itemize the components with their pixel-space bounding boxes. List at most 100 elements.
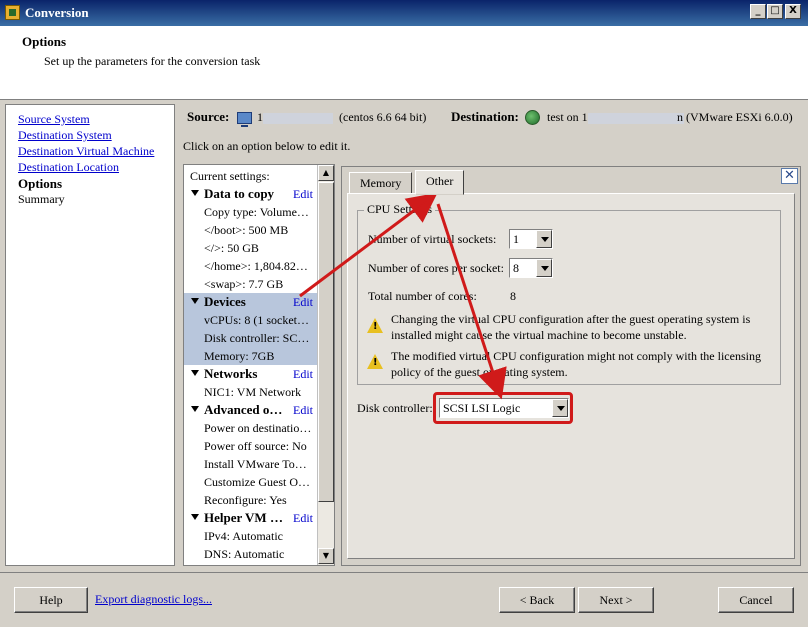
cores-label: Number of cores per socket: [368, 261, 504, 275]
annotation-box [433, 392, 573, 424]
step-destination-vm[interactable]: Destination Virtual Machine [18, 144, 154, 159]
scroll-down-icon[interactable]: ▼ [318, 548, 334, 564]
settings-row-text: Devices [204, 294, 246, 309]
sockets-select[interactable]: 1 [509, 229, 553, 249]
settings-item[interactable]: Memory: 7GB [184, 347, 318, 365]
settings-row-text: Power on destinatio… [204, 421, 312, 435]
page-subtitle: Set up the parameters for the conversion… [44, 54, 261, 68]
warning-icon: ! [367, 318, 383, 333]
settings-section-header[interactable]: Advanced o… Edit [184, 401, 318, 419]
step-destination-location[interactable]: Destination Location [18, 160, 119, 175]
wizard-steps: Source System Destination System Destina… [5, 104, 175, 566]
tab-other[interactable]: Other [415, 170, 465, 195]
settings-item[interactable]: DNS: Automatic [184, 545, 318, 563]
maximize-button[interactable]: □ [767, 4, 783, 19]
settings-row-text: Networks [204, 366, 258, 381]
settings-item[interactable]: Power off source: No [184, 437, 318, 455]
edit-link[interactable]: Edit [293, 401, 313, 419]
settings-row-text: IPv4: Automatic [204, 529, 283, 543]
edit-hint: Click on an option below to edit it. [183, 139, 351, 153]
cpu-warning-licensing: The modified virtual CPU configuration m… [391, 349, 761, 379]
edit-link[interactable]: Edit [293, 365, 313, 383]
app-icon [5, 5, 20, 20]
settings-item[interactable]: IPv4: Automatic [184, 527, 318, 545]
settings-item[interactable]: Power on destinatio… [184, 419, 318, 437]
settings-item[interactable]: Customize Guest O… [184, 473, 318, 491]
settings-row-text: </>: 50 GB [204, 241, 259, 255]
settings-item[interactable]: Install VMware To… [184, 455, 318, 473]
current-settings-label: Current settings: [190, 169, 270, 183]
settings-item[interactable]: Copy type: Volume… [184, 203, 318, 221]
settings-row-text: Advanced o… [204, 402, 283, 417]
settings-item[interactable]: </boot>: 500 MB [184, 221, 318, 239]
settings-item[interactable]: <swap>: 7.7 GB [184, 275, 318, 293]
edit-link[interactable]: Edit [293, 293, 313, 311]
settings-section-header[interactable]: Devices Edit [184, 293, 318, 311]
source-label: Source: [187, 109, 230, 124]
settings-section-header[interactable]: Data to copy Edit [184, 185, 318, 203]
settings-section-header[interactable]: Helper VM … Edit [184, 509, 318, 527]
wizard-header: Options Set up the parameters for the co… [0, 26, 808, 100]
settings-item[interactable]: vCPUs: 8 (1 socket… [184, 311, 318, 329]
settings-section-header[interactable]: Networks Edit [184, 365, 318, 383]
minimize-button[interactable]: _ [750, 4, 766, 19]
settings-item[interactable]: Reconfigure: Yes [184, 491, 318, 509]
chevron-down-icon[interactable] [536, 230, 552, 248]
collapse-triangle-icon[interactable] [191, 370, 199, 376]
step-destination-system[interactable]: Destination System [18, 128, 112, 143]
back-button[interactable]: < Back [499, 587, 575, 613]
computer-icon [237, 112, 252, 127]
collapse-triangle-icon[interactable] [191, 298, 199, 304]
next-button[interactable]: Next > [578, 587, 654, 613]
collapse-triangle-icon[interactable] [191, 406, 199, 412]
esxi-host-icon [525, 110, 540, 125]
settings-row-text: Memory: 7GB [204, 349, 275, 363]
cores-per-socket-select[interactable]: 8 [509, 258, 553, 278]
source-os: (centos 6.6 64 bit) [339, 110, 427, 124]
export-logs-link[interactable]: Export diagnostic logs... [95, 592, 212, 607]
close-window-button[interactable]: X [785, 4, 801, 19]
settings-scrollbar[interactable]: ▲ ▼ [317, 165, 334, 565]
destination-host: test on 1 [547, 110, 684, 125]
edit-link[interactable]: Edit [293, 185, 313, 203]
settings-row-text: Copy type: Volume… [204, 205, 309, 219]
cpu-warning-unstable: Changing the virtual CPU configuration a… [391, 312, 751, 342]
settings-item[interactable]: Disk controller: SC… [184, 329, 318, 347]
settings-row-text: Data to copy [204, 186, 275, 201]
settings-list: Current settings: Data to copy Edit Copy t… [183, 164, 335, 566]
source-destination-bar: Source: 1 (centos 6.6 64 bit) Destinatio… [187, 108, 802, 128]
settings-row-text: Customize Guest O… [204, 475, 310, 489]
settings-row-text: Install VMware To… [204, 457, 307, 471]
window-title: Conversion [25, 5, 89, 20]
source-host: 1 [257, 110, 333, 125]
step-options: Options [18, 176, 63, 191]
collapse-triangle-icon[interactable] [191, 514, 199, 520]
warning-icon: ! [367, 354, 383, 369]
settings-row-text: vCPUs: 8 (1 socket… [204, 313, 309, 327]
window-titlebar: Conversion _ □ X [0, 0, 808, 26]
chevron-down-icon[interactable] [536, 259, 552, 277]
help-button[interactable]: Help [14, 587, 88, 613]
sockets-label: Number of virtual sockets: [368, 232, 497, 246]
page-title: Options [22, 34, 67, 49]
settings-item[interactable]: </home>: 1,804.82… [184, 257, 318, 275]
step-source-system[interactable]: Source System [18, 112, 90, 127]
destination-label: Destination: [451, 109, 519, 124]
settings-row-text: <swap>: 7.7 GB [204, 277, 284, 291]
settings-item[interactable]: </>: 50 GB [184, 239, 318, 257]
settings-row-text: Helper VM … [204, 510, 283, 525]
settings-row-text: </home>: 1,804.82… [204, 259, 308, 273]
settings-item[interactable]: NIC1: VM Network [184, 383, 318, 401]
settings-row-text: DNS: Automatic [204, 547, 285, 561]
collapse-triangle-icon[interactable] [191, 190, 199, 196]
settings-row-text: NIC1: VM Network [204, 385, 302, 399]
step-summary: Summary [18, 192, 65, 206]
disk-controller-label: Disk controller: [357, 401, 433, 415]
scroll-up-icon[interactable]: ▲ [318, 165, 334, 181]
cancel-button[interactable]: Cancel [718, 587, 794, 613]
settings-row-text: Reconfigure: Yes [204, 493, 287, 507]
close-panel-icon[interactable]: ✕ [781, 168, 798, 184]
scroll-thumb[interactable] [318, 182, 334, 502]
edit-link[interactable]: Edit [293, 509, 313, 527]
tab-memory[interactable]: Memory [349, 172, 413, 194]
